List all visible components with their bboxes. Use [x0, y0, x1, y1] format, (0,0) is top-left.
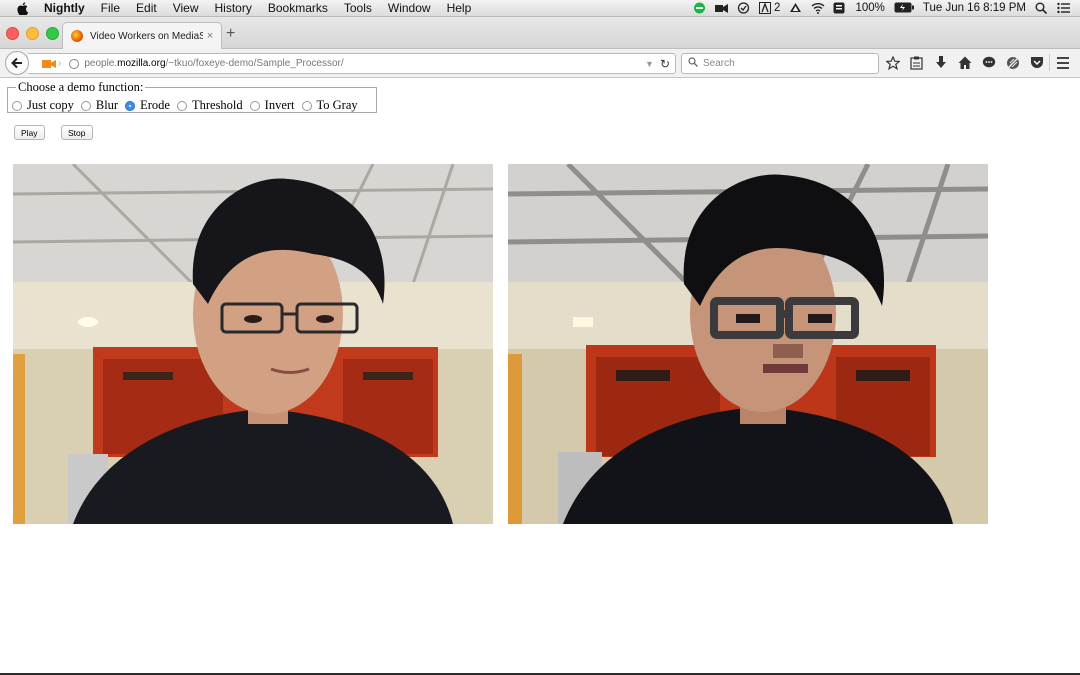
google-drive-icon[interactable] [789, 2, 802, 14]
tracking-protection-icon[interactable] [1004, 54, 1021, 71]
stop-button[interactable]: Stop [61, 125, 93, 140]
video-camera-icon[interactable] [715, 2, 729, 14]
option-erode[interactable]: Erode [125, 98, 170, 113]
processed-video[interactable] [508, 164, 988, 524]
reload-icon[interactable]: ↻ [660, 57, 670, 71]
menu-tools[interactable]: Tools [344, 0, 372, 16]
notification-count: 2 [774, 2, 781, 14]
nav-toolbar: › people.mozilla.org/~tkuo/foxeye-demo/S… [0, 49, 1080, 78]
url-dropdown-icon[interactable]: ▼ [645, 59, 654, 69]
new-tab-button[interactable]: + [226, 26, 235, 42]
close-tab-icon[interactable]: × [203, 30, 217, 42]
window-controls [6, 27, 59, 40]
checkmark-circle-icon[interactable] [737, 2, 750, 14]
url-text[interactable]: people.mozilla.org/~tkuo/foxeye-demo/Sam… [84, 58, 645, 69]
menu-bookmarks[interactable]: Bookmarks [268, 0, 328, 16]
input-method-icon[interactable] [833, 2, 846, 14]
pocket-icon[interactable] [1028, 54, 1045, 71]
bookmark-star-icon[interactable] [884, 54, 901, 71]
option-threshold[interactable]: Threshold [176, 98, 243, 113]
demo-function-options: Just copy Blur Erode Threshold Invert To… [12, 98, 365, 113]
fieldset-legend: Choose a demo function: [18, 80, 144, 94]
page-content: Choose a demo function: Just copy Blur E… [0, 78, 1080, 673]
search-placeholder: Search [703, 58, 735, 69]
download-icon[interactable] [932, 54, 949, 71]
battery-percent: 100% [855, 2, 885, 14]
globe-icon[interactable] [69, 58, 80, 69]
menu-view[interactable]: View [173, 0, 199, 16]
tab-active[interactable]: Video Workers on MediaStr... × [62, 22, 222, 49]
toolbar-icons [884, 54, 1045, 71]
close-window-button[interactable] [6, 27, 19, 40]
play-button[interactable]: Play [14, 125, 45, 140]
battery-icon[interactable] [894, 2, 914, 14]
minimize-window-button[interactable] [26, 27, 39, 40]
apple-icon[interactable] [14, 1, 30, 15]
reading-list-icon[interactable] [908, 54, 925, 71]
radio-threshold[interactable] [176, 100, 187, 111]
option-invert[interactable]: Invert [249, 98, 295, 113]
menu-app-name[interactable]: Nightly [44, 0, 85, 16]
tab-strip: Video Workers on MediaStr... × + [0, 17, 1080, 49]
notification-center-icon[interactable] [1057, 2, 1070, 14]
line-app-icon[interactable] [693, 2, 706, 14]
search-icon [688, 57, 698, 70]
option-to-gray[interactable]: To Gray [301, 98, 358, 113]
search-box[interactable]: Search [681, 53, 879, 74]
status-tray: 2 100% Tue Jun 16 8:19 PM [693, 2, 1080, 15]
firefox-nightly-favicon-icon [71, 30, 83, 42]
radio-to-gray[interactable] [301, 100, 312, 111]
menu-file[interactable]: File [101, 0, 120, 16]
menu-window[interactable]: Window [388, 0, 431, 16]
adobe-icon[interactable] [759, 2, 772, 14]
radio-invert[interactable] [249, 100, 260, 111]
open-menu-button[interactable] [1049, 54, 1074, 71]
option-blur[interactable]: Blur [80, 98, 118, 113]
chevron-right-icon: › [58, 58, 62, 69]
camera-sharing-icon[interactable] [42, 59, 56, 69]
tab-title: Video Workers on MediaStr... [90, 30, 203, 42]
menu-edit[interactable]: Edit [136, 0, 157, 16]
clock[interactable]: Tue Jun 16 8:19 PM [923, 2, 1026, 14]
url-bar[interactable]: › people.mozilla.org/~tkuo/foxeye-demo/S… [28, 53, 676, 74]
radio-erode[interactable] [125, 100, 136, 111]
back-button[interactable] [5, 51, 29, 75]
chat-icon[interactable] [980, 54, 997, 71]
source-video[interactable] [13, 164, 493, 524]
home-icon[interactable] [956, 54, 973, 71]
back-arrow-icon [11, 57, 22, 69]
option-just-copy[interactable]: Just copy [12, 98, 74, 113]
hamburger-menu-icon [1057, 56, 1069, 59]
browser-window: Video Workers on MediaStr... × + › peopl… [0, 17, 1080, 673]
radio-blur[interactable] [80, 100, 91, 111]
menu-history[interactable]: History [215, 0, 252, 16]
wifi-icon[interactable] [811, 2, 825, 14]
zoom-window-button[interactable] [46, 27, 59, 40]
spotlight-search-icon[interactable] [1035, 2, 1048, 15]
radio-just-copy[interactable] [12, 100, 22, 111]
menu-help[interactable]: Help [447, 0, 472, 16]
menu-bar: Nightly File Edit View History Bookmarks… [0, 0, 1080, 17]
